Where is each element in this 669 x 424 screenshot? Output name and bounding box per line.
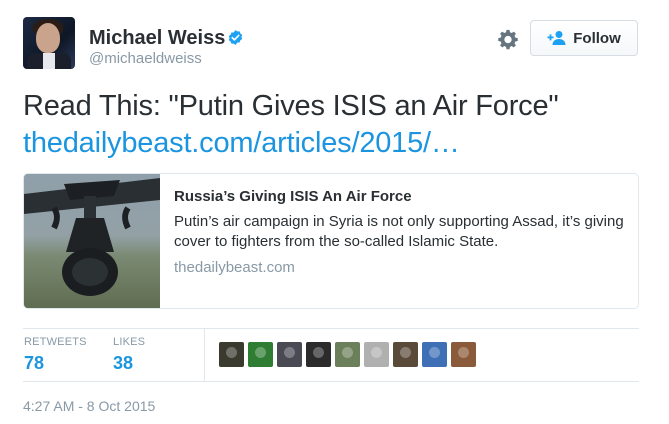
retweets-count: 78 (24, 353, 45, 373)
liker-avatar-7[interactable] (393, 342, 418, 367)
follow-button[interactable]: Follow (530, 20, 638, 56)
avatar-face (36, 23, 60, 53)
retweets-label: RETWEETS (24, 336, 87, 348)
add-person-icon (547, 31, 566, 45)
liker-avatar-8[interactable] (422, 342, 447, 367)
card-title: Russia’s Giving ISIS An Air Force (174, 188, 412, 205)
follow-label: Follow (573, 29, 621, 47)
tweet-text: Read This: "Putin Gives ISIS an Air Forc… (23, 88, 653, 162)
mini-avatar-figure (284, 347, 295, 358)
likes-count: 38 (113, 353, 134, 373)
mini-avatar-figure (255, 347, 266, 358)
stats-separator (204, 329, 205, 381)
card-description: Putin’s air campaign in Syria is not onl… (174, 213, 624, 250)
mini-avatar-figure (429, 347, 440, 358)
liker-avatar-9[interactable] (451, 342, 476, 367)
mini-avatar-figure (226, 347, 237, 358)
likes-stat[interactable]: LIKES 38 (113, 336, 145, 374)
liker-avatar-4[interactable] (306, 342, 331, 367)
mini-avatar-figure (458, 347, 469, 358)
mini-avatar-figure (313, 347, 324, 358)
avatar-collar (43, 53, 55, 69)
gear-icon[interactable] (497, 28, 519, 50)
liker-avatar-3[interactable] (277, 342, 302, 367)
liker-avatar-5[interactable] (335, 342, 360, 367)
tweet-body: Read This: "Putin Gives ISIS an Air Forc… (23, 90, 559, 122)
mini-avatar-figure (371, 347, 382, 358)
author-name[interactable]: Michael Weiss (89, 27, 225, 50)
card-domain: thedailybeast.com (174, 259, 295, 276)
liker-avatars (219, 342, 476, 367)
author-avatar[interactable] (23, 17, 75, 69)
liker-avatar-2[interactable] (248, 342, 273, 367)
stats-top-divider (23, 328, 639, 329)
mini-avatar-figure (342, 347, 353, 358)
likes-label: LIKES (113, 336, 146, 348)
tweet-link[interactable]: thedailybeast.com/articles/2015/… (23, 127, 460, 159)
tweet-timestamp[interactable]: 4:27 AM - 8 Oct 2015 (23, 398, 155, 414)
mini-avatar-figure (400, 347, 411, 358)
link-card[interactable]: Russia’s Giving ISIS An Air Force Putin’… (23, 173, 639, 309)
liker-avatar-6[interactable] (364, 342, 389, 367)
liker-avatar-1[interactable] (219, 342, 244, 367)
card-body: Russia’s Giving ISIS An Air Force Putin’… (174, 188, 624, 276)
card-image (24, 174, 160, 308)
retweets-stat[interactable]: RETWEETS 78 (24, 336, 87, 374)
stats-bottom-divider (23, 381, 639, 382)
verified-badge-icon (228, 30, 243, 45)
author-handle[interactable]: @michaeldweiss (89, 50, 202, 67)
bomb-drop-photo (24, 174, 160, 308)
